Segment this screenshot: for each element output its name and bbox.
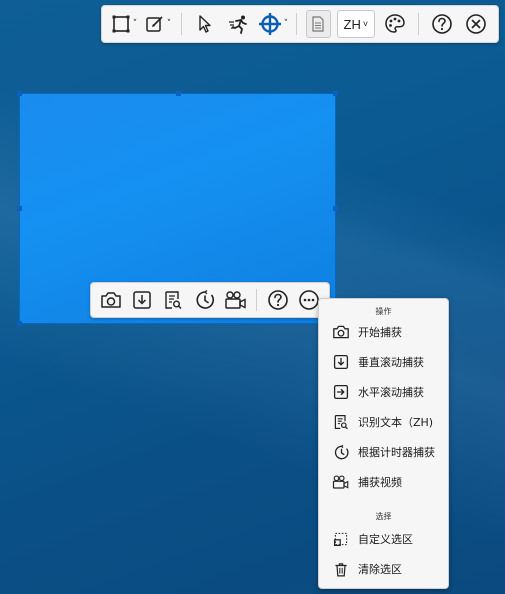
close-icon xyxy=(465,13,487,35)
menu-item-label: 识别文本（ZH) xyxy=(358,416,434,429)
menu-item-label: 捕获视频 xyxy=(358,476,402,489)
menu-item-clear-selection[interactable]: 清除选区 xyxy=(319,556,448,582)
toolbar-divider xyxy=(181,13,182,35)
menu-item-custom-selection[interactable]: 自定义选区 xyxy=(319,526,448,552)
custom-selection-icon xyxy=(332,530,350,548)
help-icon xyxy=(431,13,453,35)
menu-item-label: 开始捕获 xyxy=(358,326,402,339)
resize-handle-bottom-left[interactable] xyxy=(17,321,22,326)
video-capture-button[interactable] xyxy=(222,286,249,314)
palette-button[interactable] xyxy=(381,10,409,38)
camera-icon xyxy=(100,290,122,310)
help-button[interactable] xyxy=(264,286,291,314)
trash-icon xyxy=(332,560,350,578)
text-recognize-icon xyxy=(163,290,183,310)
menu-item-label: 根据计时器捕获 xyxy=(358,446,435,459)
language-value: ZH xyxy=(343,16,361,32)
crosshair-icon xyxy=(258,12,282,36)
edit-icon xyxy=(145,14,165,34)
recognize-text-button[interactable] xyxy=(160,286,187,314)
download-icon xyxy=(132,290,152,310)
chevron-down-icon: ˅ xyxy=(283,19,289,29)
toolbar-divider xyxy=(295,13,297,35)
resize-handle-left[interactable] xyxy=(17,206,22,211)
menu-item-start-capture[interactable]: 开始捕获 xyxy=(319,319,448,345)
resize-handle-top-left[interactable] xyxy=(17,91,22,96)
chevron-down-icon: ˅ xyxy=(166,19,172,29)
close-button[interactable] xyxy=(462,10,490,38)
rectangle-select-button[interactable]: ˅ xyxy=(110,10,138,38)
palette-icon xyxy=(384,13,406,35)
scroll-horizontal-icon xyxy=(332,383,350,401)
scroll-capture-button[interactable] xyxy=(128,286,155,314)
language-select[interactable]: ZH ˅ xyxy=(336,10,376,38)
capture-button[interactable] xyxy=(97,286,124,314)
timer-icon xyxy=(332,443,350,461)
text-recognize-icon xyxy=(332,413,350,431)
menu-item-recognize-text[interactable]: 识别文本（ZH) xyxy=(319,409,448,435)
menu-item-timer-capture[interactable]: 根据计时器捕获 xyxy=(319,439,448,465)
rectangle-select-icon xyxy=(111,14,131,34)
menu-section-header-actions: 操作 xyxy=(375,307,392,316)
document-button[interactable] xyxy=(305,10,331,38)
running-icon xyxy=(228,14,250,34)
selection-toolbar xyxy=(90,282,330,318)
menu-item-label: 水平滚动捕获 xyxy=(358,386,424,399)
chevron-down-icon: ˅ xyxy=(362,19,369,29)
cursor-button[interactable] xyxy=(191,10,219,38)
edit-button[interactable]: ˅ xyxy=(144,10,172,38)
menu-item-horizontal-scroll[interactable]: 水平滚动捕获 xyxy=(319,379,448,405)
menu-item-label: 清除选区 xyxy=(358,563,402,576)
resize-handle-top[interactable] xyxy=(176,91,181,96)
menu-item-capture-video[interactable]: 捕获视频 xyxy=(319,469,448,495)
menu-item-label: 自定义选区 xyxy=(358,533,413,546)
toolbar-divider xyxy=(418,13,419,35)
more-options-menu: 操作 开始捕获 垂直滚动捕获 水平滚动捕获 识别文本（ZH) 根据计时器捕获 捕… xyxy=(318,298,449,589)
camera-icon xyxy=(332,323,350,341)
menu-section-header-selection: 选择 xyxy=(375,512,392,521)
top-toolbar: ˅ ˅ ˅ ZH ˅ xyxy=(101,5,499,43)
running-button[interactable] xyxy=(225,10,253,38)
help-button[interactable] xyxy=(428,10,456,38)
timer-capture-button[interactable] xyxy=(191,286,218,314)
crosshair-button[interactable]: ˅ xyxy=(258,10,289,38)
video-camera-icon xyxy=(332,473,350,491)
resize-handle-top-right[interactable] xyxy=(333,91,338,96)
menu-item-label: 垂直滚动捕获 xyxy=(358,356,424,369)
document-icon xyxy=(311,16,325,32)
scroll-vertical-icon xyxy=(332,353,350,371)
toolbar-divider xyxy=(256,289,258,311)
cursor-icon xyxy=(196,14,214,34)
chevron-down-icon: ˅ xyxy=(132,19,138,29)
timer-icon xyxy=(194,289,216,311)
help-icon xyxy=(267,289,289,311)
video-camera-icon xyxy=(224,290,248,310)
menu-item-vertical-scroll[interactable]: 垂直滚动捕获 xyxy=(319,349,448,375)
resize-handle-right[interactable] xyxy=(333,206,338,211)
